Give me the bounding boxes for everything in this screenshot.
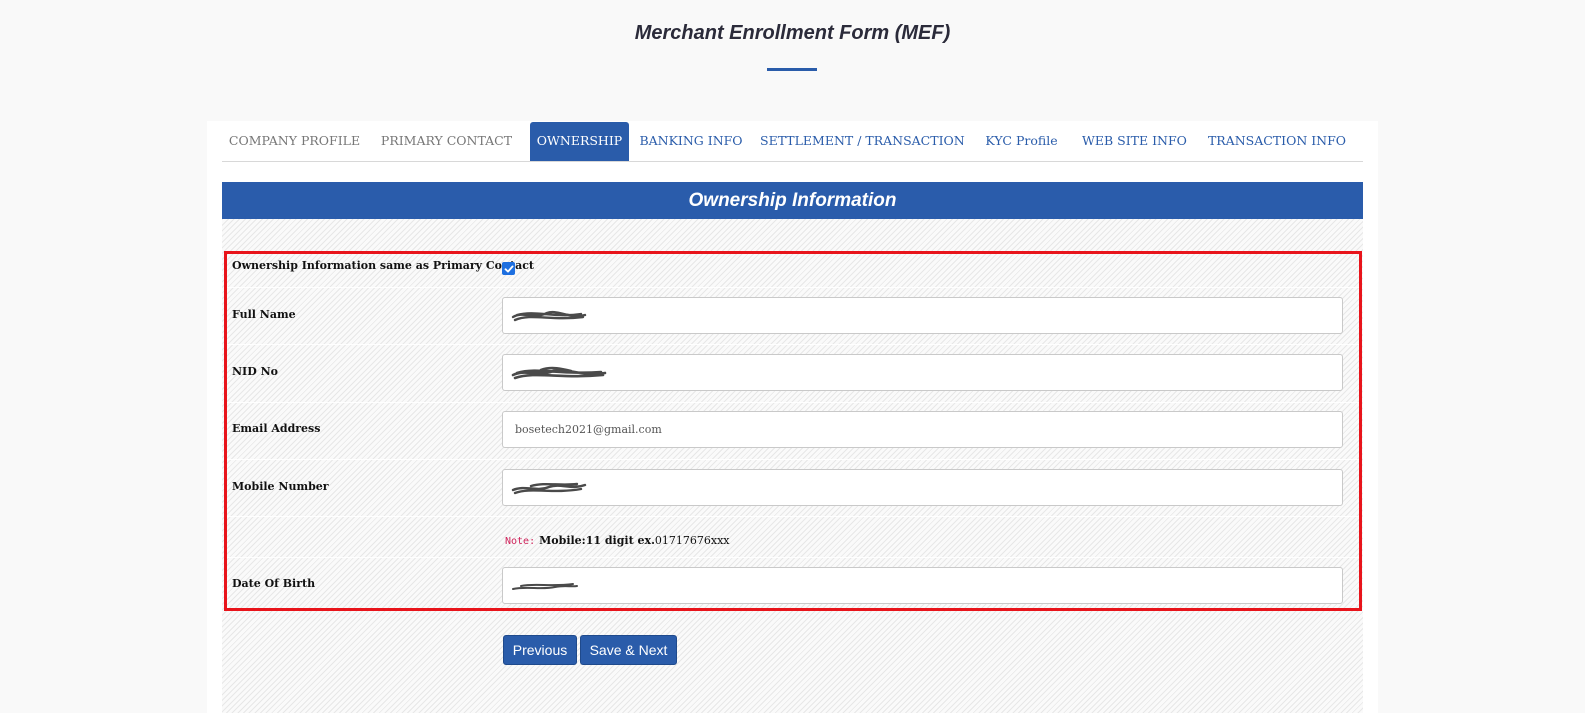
save-next-button[interactable]: Save & Next bbox=[580, 635, 677, 665]
note-example: 01717676xxx bbox=[654, 534, 730, 547]
previous-button[interactable]: Previous bbox=[503, 635, 577, 665]
row-divider bbox=[227, 557, 1359, 558]
tab-transaction-info[interactable]: TRANSACTION INFO bbox=[1207, 122, 1347, 161]
email-label: Email Address bbox=[232, 422, 321, 435]
note-rule: Mobile:11 digit ex. bbox=[539, 534, 655, 547]
tab-ownership[interactable]: OWNERSHIP bbox=[530, 122, 629, 161]
email-field[interactable]: bosetech2021@gmail.com bbox=[502, 411, 1343, 448]
mobile-field[interactable] bbox=[502, 469, 1343, 506]
same-as-primary-label: Ownership Information same as Primary Co… bbox=[232, 259, 534, 272]
checkmark-icon bbox=[504, 265, 513, 272]
nid-no-field[interactable] bbox=[502, 354, 1343, 391]
mobile-label: Mobile Number bbox=[232, 480, 329, 493]
row-divider bbox=[227, 344, 1359, 345]
dob-field[interactable] bbox=[502, 567, 1343, 604]
tab-banking-info[interactable]: BANKING INFO bbox=[636, 122, 746, 161]
tab-web-site-info[interactable]: WEB SITE INFO bbox=[1082, 122, 1187, 161]
row-divider bbox=[227, 402, 1359, 403]
tab-settlement-transaction[interactable]: SETTLEMENT / TRANSACTION bbox=[760, 122, 965, 161]
tab-kyc-profile[interactable]: KYC Profile bbox=[984, 122, 1059, 161]
dob-label: Date Of Birth bbox=[232, 577, 316, 590]
full-name-field[interactable] bbox=[502, 297, 1343, 334]
tab-primary-contact[interactable]: PRIMARY CONTACT bbox=[374, 122, 519, 161]
nid-no-label: NID No bbox=[232, 365, 278, 378]
redaction-scribble bbox=[511, 482, 587, 495]
note-tag: Note: bbox=[505, 536, 536, 547]
redaction-scribble bbox=[511, 310, 587, 322]
step-tabs: COMPANY PROFILE PRIMARY CONTACT OWNERSHI… bbox=[222, 122, 1363, 162]
mobile-note: Note: Mobile:11 digit ex.01717676xxx bbox=[505, 534, 730, 547]
same-as-primary-checkbox[interactable] bbox=[502, 262, 515, 275]
highlight-box: Ownership Information same as Primary Co… bbox=[224, 251, 1362, 611]
row-divider bbox=[227, 459, 1359, 460]
redaction-scribble bbox=[511, 366, 607, 380]
full-name-label: Full Name bbox=[232, 308, 296, 321]
row-divider bbox=[227, 287, 1359, 288]
page-title: Merchant Enrollment Form (MEF) bbox=[634, 22, 951, 44]
redaction-scribble bbox=[512, 583, 578, 590]
tab-company-profile[interactable]: COMPANY PROFILE bbox=[222, 122, 367, 161]
title-underline bbox=[767, 68, 817, 71]
row-divider bbox=[227, 516, 1359, 517]
section-heading: Ownership Information bbox=[222, 182, 1363, 219]
